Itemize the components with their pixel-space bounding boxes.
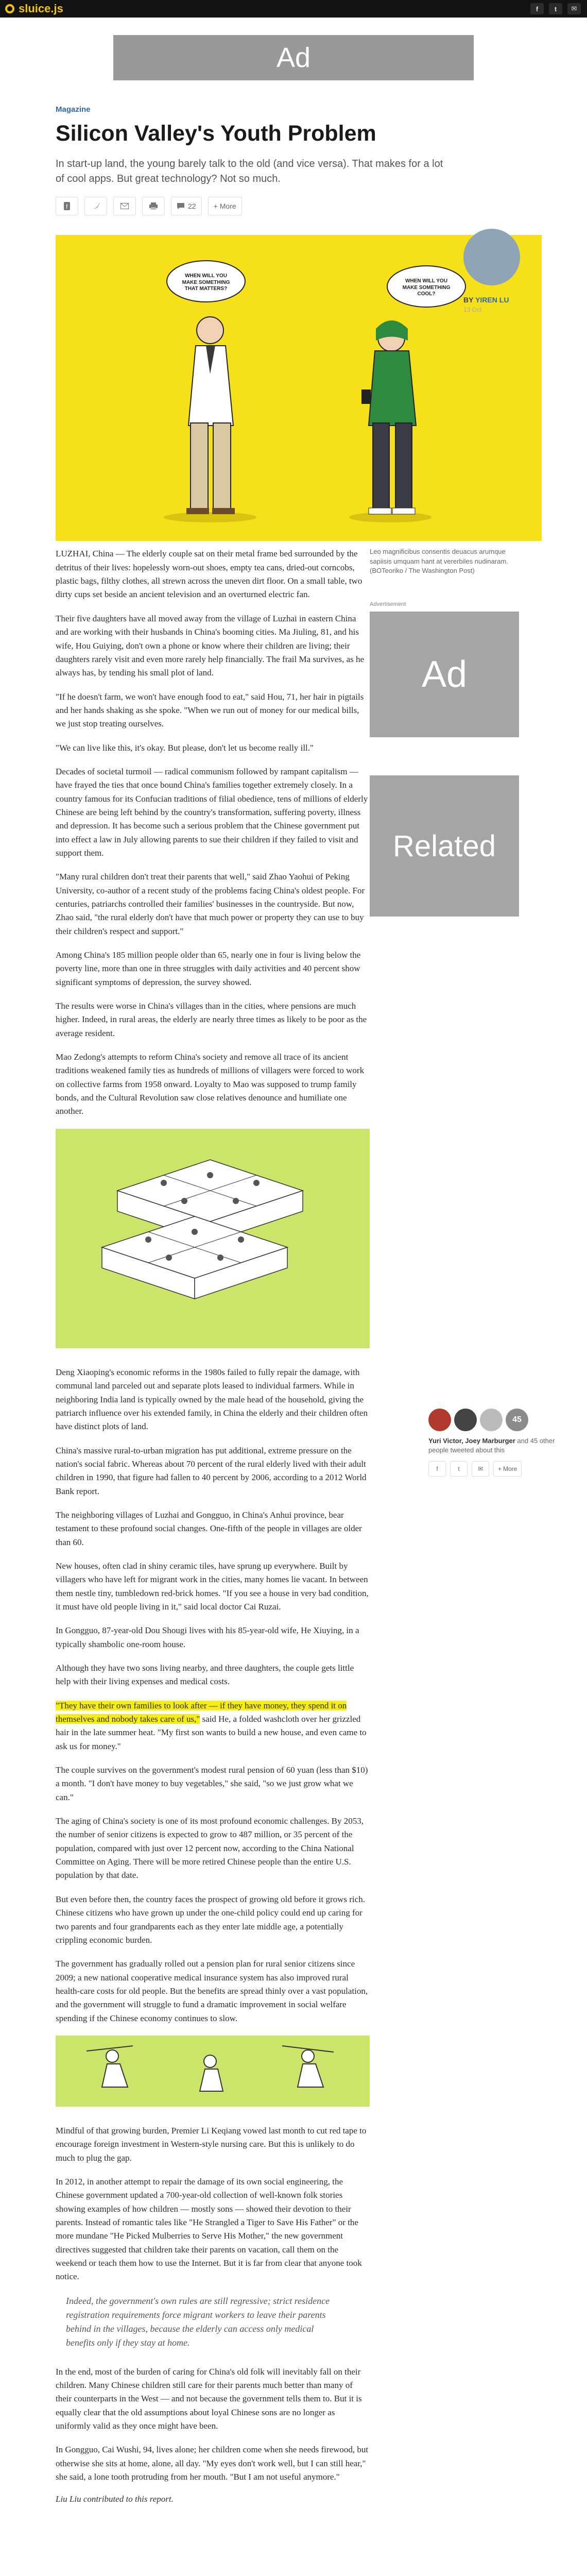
paragraph: The government has gradually rolled out … — [56, 1959, 368, 2023]
avatar[interactable] — [428, 1409, 451, 1431]
sidebar: Leo magnificibus consentis deuacus arumq… — [370, 547, 519, 2504]
email-share-button[interactable]: ✉ — [472, 1461, 489, 1477]
paragraph: China's massive rural-to-urban migration… — [56, 1445, 367, 1496]
twitter-share-button[interactable]: t — [450, 1461, 468, 1477]
headline: Silicon Valley's Youth Problem — [56, 121, 376, 146]
facebook-icon[interactable]: f — [530, 3, 544, 14]
plus-icon: + — [213, 202, 218, 211]
article-body: LUZHAI, China — The elderly couple sat o… — [56, 547, 370, 2504]
figures-illustration — [56, 2035, 370, 2107]
bubble-left-text: WHEN WILL YOU MAKE SOMETHING THAT MATTER… — [182, 273, 230, 292]
hero-caption: Leo magnificibus consentis deuacus arumq… — [370, 548, 508, 574]
twitter-share-button[interactable] — [84, 197, 107, 216]
brand-name: sluice.js — [19, 2, 63, 15]
more-share-button[interactable]: + More — [493, 1461, 522, 1477]
brand-logo-icon — [5, 4, 14, 13]
tweeter-avatars: 45 — [428, 1409, 567, 1431]
figures-art — [86, 2045, 334, 2092]
paragraph: "If he doesn't farm, we won't have enoug… — [56, 691, 364, 729]
email-icon[interactable]: ✉ — [567, 3, 581, 14]
bubble-right-text: WHEN WILL YOU MAKE SOMETHING COOL? — [402, 278, 451, 297]
twitter-icon[interactable]: t — [549, 3, 562, 14]
advertisement-label: Advertisement — [370, 601, 406, 607]
paragraph: The couple survives on the government's … — [56, 1765, 368, 1802]
share-bar: f 22 + More — [56, 197, 531, 216]
content-columns: LUZHAI, China — The elderly couple sat o… — [56, 547, 531, 2504]
byline-prefix: BY — [463, 296, 474, 304]
facebook-share-button[interactable]: f — [428, 1461, 446, 1477]
avatar[interactable] — [480, 1409, 503, 1431]
twitter-icon: t — [458, 1465, 460, 1473]
paragraph: In the end, most of the burden of caring… — [56, 2366, 362, 2431]
paragraph: In Gongguo, Cai Wushi, 94, lives alone; … — [56, 2445, 369, 2482]
article-wrap: Magazine Silicon Valley's Youth Problem … — [0, 105, 587, 2504]
paragraph: Mao Zedong's attempts to reform China's … — [56, 1052, 365, 1116]
paragraph: Their five daughters have all moved away… — [56, 613, 365, 678]
contributor-credit: Liu Liu contributed to this report. — [56, 2494, 174, 2504]
dek: In start-up land, the young barely talk … — [56, 158, 443, 185]
more-share-button[interactable]: + More — [208, 197, 242, 216]
paragraph: Decades of societal turmoil — radical co… — [56, 766, 368, 858]
paragraph: The aging of China's society is one of i… — [56, 1816, 364, 1880]
section-kicker[interactable]: Magazine — [56, 105, 531, 114]
byline: BY YIREN LU — [463, 296, 525, 304]
paragraph: LUZHAI, China — The elderly couple sat o… — [56, 549, 362, 600]
tweeter-names[interactable]: Yuri Victor, Joey Marburger — [428, 1437, 515, 1445]
paragraph: Among China's 185 million people older t… — [56, 950, 361, 987]
author-avatar — [463, 229, 520, 285]
avatar[interactable] — [454, 1409, 477, 1431]
email-icon — [120, 203, 129, 210]
author-name[interactable]: YIREN LU — [475, 296, 509, 304]
tweet-share-bar: f t ✉ + More — [428, 1461, 567, 1477]
pull-quote: Indeed, the government's own rules are s… — [66, 2295, 330, 2348]
print-icon — [149, 202, 158, 210]
top-bar: sluice.js f t ✉ — [0, 0, 587, 18]
paragraph: Deng Xiaoping's economic reforms in the … — [56, 1367, 368, 1432]
social-links: f t ✉ — [530, 3, 581, 14]
email-share-button[interactable] — [113, 197, 136, 216]
related-module[interactable]: Related — [370, 775, 519, 917]
twitter-icon — [92, 203, 100, 209]
paragraph: Mindful of that growing burden, Premier … — [56, 2125, 367, 2163]
paragraph: The results were worse in China's villag… — [56, 1001, 367, 1038]
sidebar-ad[interactable]: Ad — [370, 612, 519, 737]
paragraph: In Gongguo, 87-year-old Dou Shougi lives… — [56, 1625, 359, 1649]
paragraph: But even before then, the country faces … — [56, 1894, 365, 1945]
paragraph: New houses, often clad in shiny ceramic … — [56, 1561, 369, 1612]
tweet-summary: Yuri Victor, Joey Marburger and 45 other… — [428, 1436, 567, 1455]
comments-button[interactable]: 22 — [171, 197, 202, 216]
paragraph: In 2012, in another attempt to repair th… — [56, 2176, 362, 2282]
tweet-module: 45 Yuri Victor, Joey Marburger and 45 ot… — [428, 1409, 567, 1477]
top-ad[interactable]: Ad — [113, 35, 474, 80]
paragraph: "We can live like this, it's okay. But p… — [56, 742, 314, 753]
publish-date: 13 Oct — [463, 306, 482, 313]
tweet-count-badge[interactable]: 45 — [506, 1409, 528, 1431]
paragraph: "Many rural children don't treat their p… — [56, 872, 365, 936]
email-icon: ✉ — [477, 1465, 484, 1473]
paragraph: The neighboring villages of Luzhai and G… — [56, 1510, 362, 1547]
office-cubicles-illustration — [56, 1128, 370, 1348]
author-block: BY YIREN LU 13 Oct — [463, 229, 525, 313]
highlighted-paragraph: "They have their own families to look af… — [56, 1699, 370, 1753]
facebook-icon: f — [64, 202, 70, 211]
comments-count: 22 — [188, 202, 196, 211]
print-button[interactable] — [142, 197, 165, 216]
comment-icon — [177, 203, 184, 210]
brand[interactable]: sluice.js — [5, 2, 63, 15]
more-label: More — [219, 202, 236, 211]
facebook-icon: f — [436, 1465, 438, 1473]
paragraph: Although they have two sons living nearb… — [56, 1663, 354, 1687]
cubicles-art — [100, 1159, 304, 1299]
facebook-share-button[interactable]: f — [56, 197, 78, 216]
plus-icon: + — [498, 1465, 502, 1473]
more-label: More — [503, 1465, 517, 1473]
